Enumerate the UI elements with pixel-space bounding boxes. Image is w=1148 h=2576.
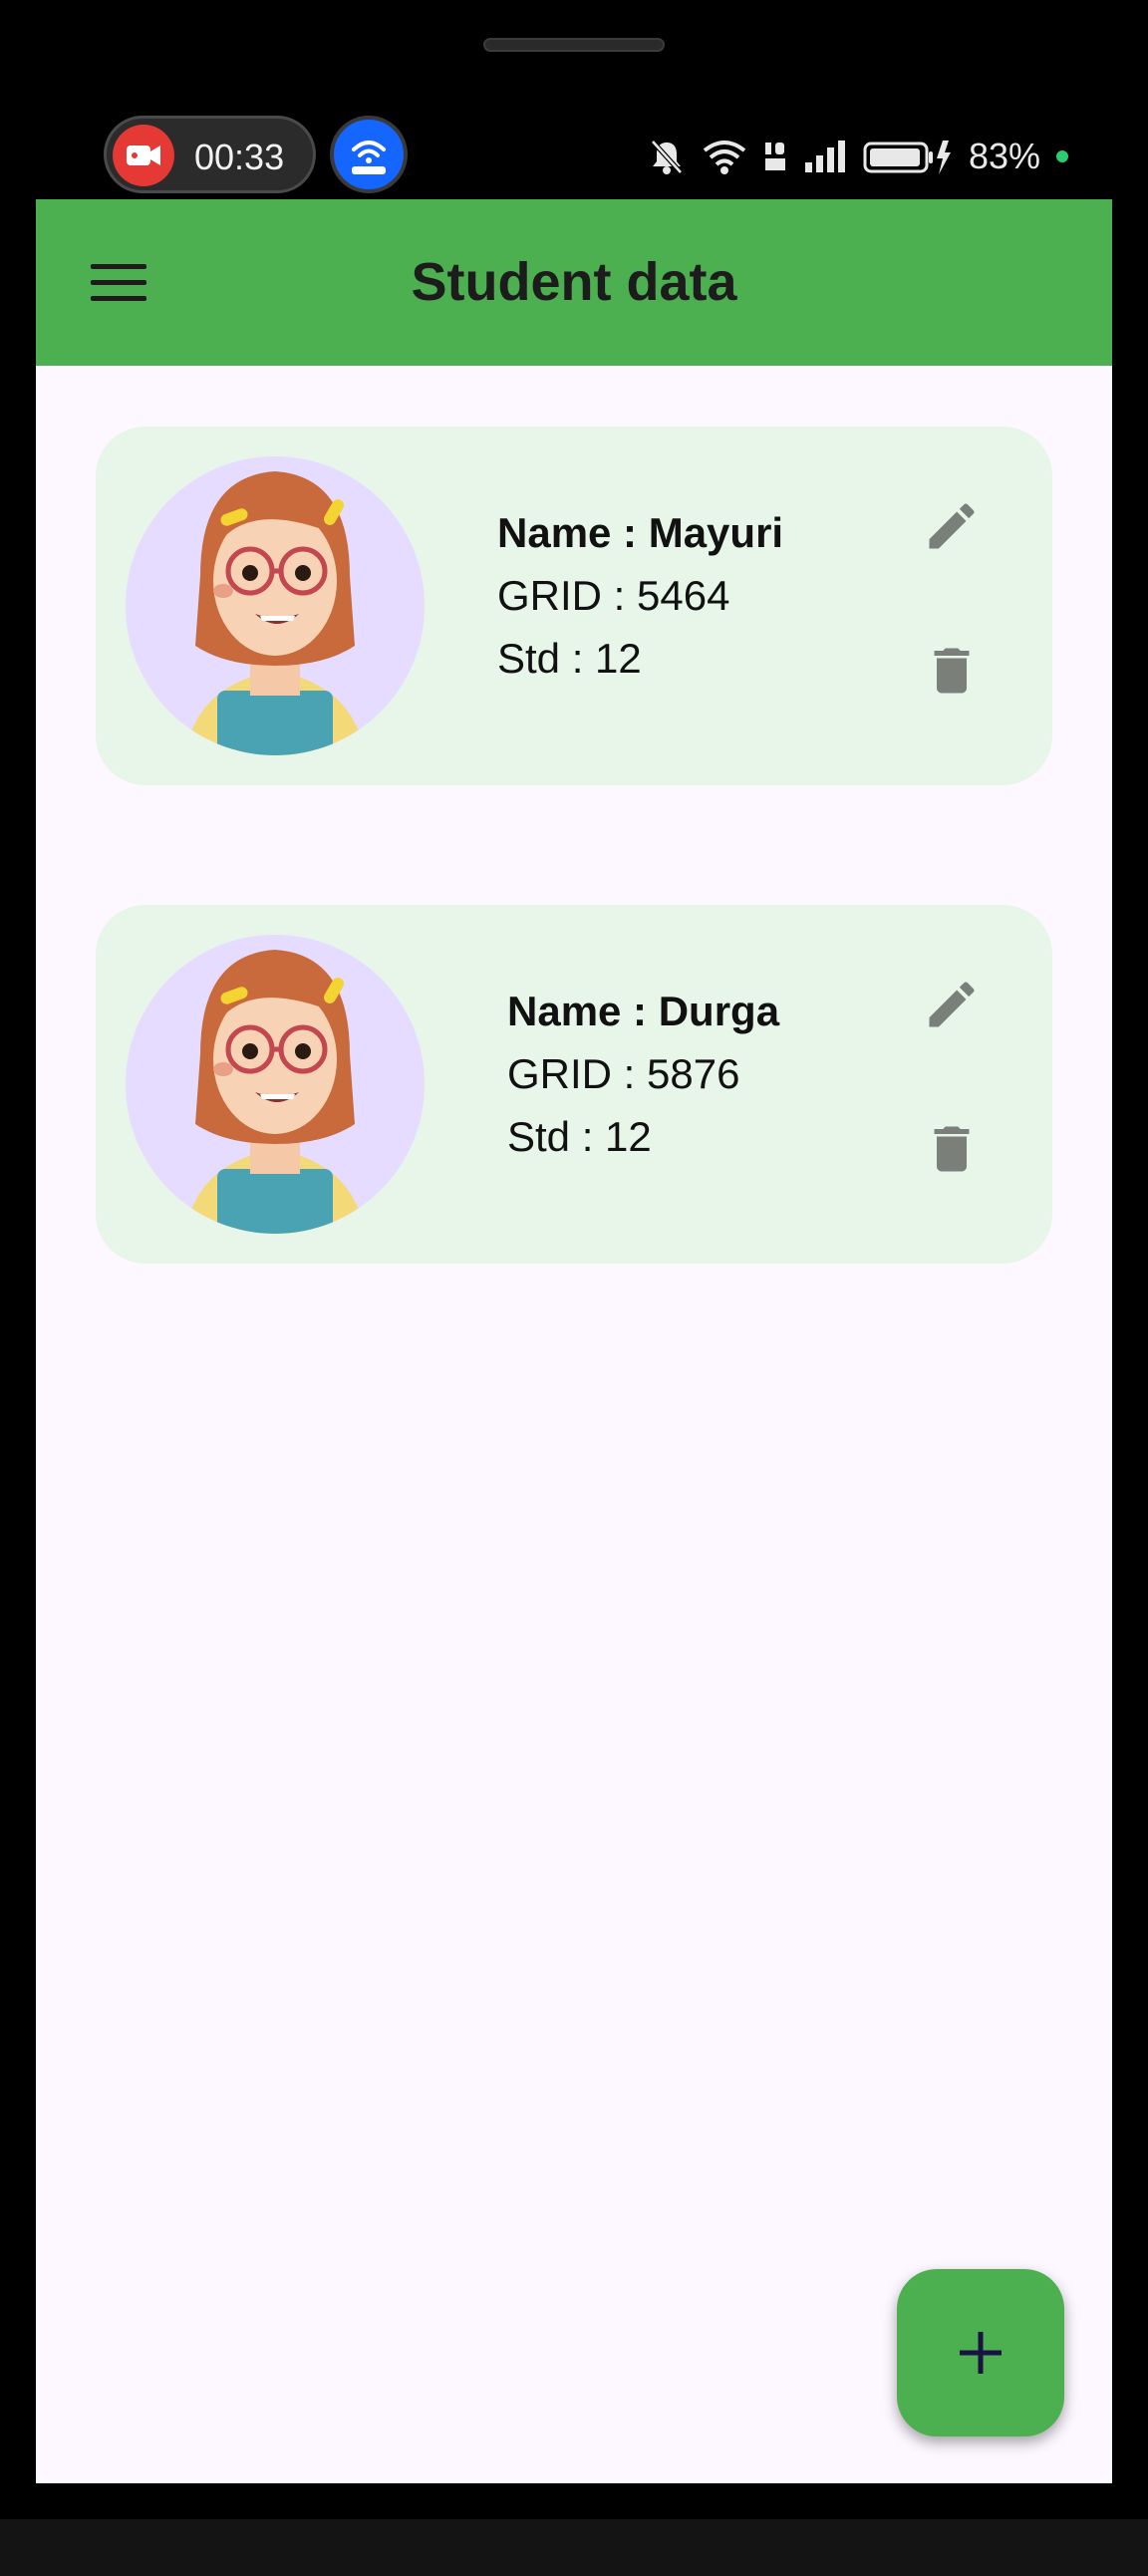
student-avatar — [126, 935, 425, 1234]
system-nav-bar — [0, 2519, 1148, 2576]
edit-button[interactable] — [917, 491, 987, 561]
battery-icon — [863, 141, 951, 174]
student-name: Name : Durga — [507, 988, 780, 1034]
status-icons: 83% — [648, 132, 1068, 181]
student-info: Name : Durga GRID : 5876 Std : 12 — [507, 980, 779, 1168]
volte-icon — [764, 143, 785, 170]
recording-time: 00:33 — [194, 137, 285, 177]
phone-speaker — [483, 38, 665, 52]
student-card: Name : Durga GRID : 5876 Std : 12 — [96, 905, 1052, 1264]
student-card: Name : Mayuri GRID : 5464 Std : 12 — [96, 427, 1052, 785]
pencil-icon — [929, 503, 975, 549]
battery-percent: 83% — [968, 136, 1040, 176]
trash-icon — [934, 648, 970, 694]
pencil-icon — [929, 982, 975, 1027]
student-std: Std : 12 — [497, 635, 642, 682]
charging-indicator-dot — [1056, 150, 1068, 162]
status-bar: 00:33 83% — [0, 100, 1148, 209]
student-name: Name : Mayuri — [497, 509, 784, 556]
mute-bell-icon — [651, 140, 683, 174]
trash-icon — [934, 1126, 970, 1172]
delete-button[interactable] — [917, 1114, 987, 1184]
student-grid: GRID : 5464 — [497, 572, 730, 619]
edit-button[interactable] — [917, 970, 987, 1039]
screen-recording-pill[interactable]: 00:33 — [104, 116, 316, 193]
app-screen: Student data Name: Mayuri GRID: 5464 S… — [36, 199, 1112, 2483]
hotspot-icon[interactable] — [330, 116, 408, 193]
student-info: Name : Mayuri GRID : 5464 Std : 12 — [497, 501, 783, 690]
plus-icon — [960, 2332, 1002, 2374]
recording-camera-icon — [113, 125, 174, 186]
student-avatar — [126, 456, 425, 755]
page-title: Student data — [411, 252, 737, 312]
delete-button[interactable] — [917, 636, 987, 706]
add-student-button[interactable] — [897, 2269, 1064, 2436]
wifi-icon — [703, 141, 746, 174]
app-bar: Student data — [36, 199, 1112, 366]
student-grid: GRID : 5876 — [507, 1050, 740, 1097]
student-std: Std : 12 — [507, 1113, 652, 1160]
signal-icon — [804, 141, 845, 172]
